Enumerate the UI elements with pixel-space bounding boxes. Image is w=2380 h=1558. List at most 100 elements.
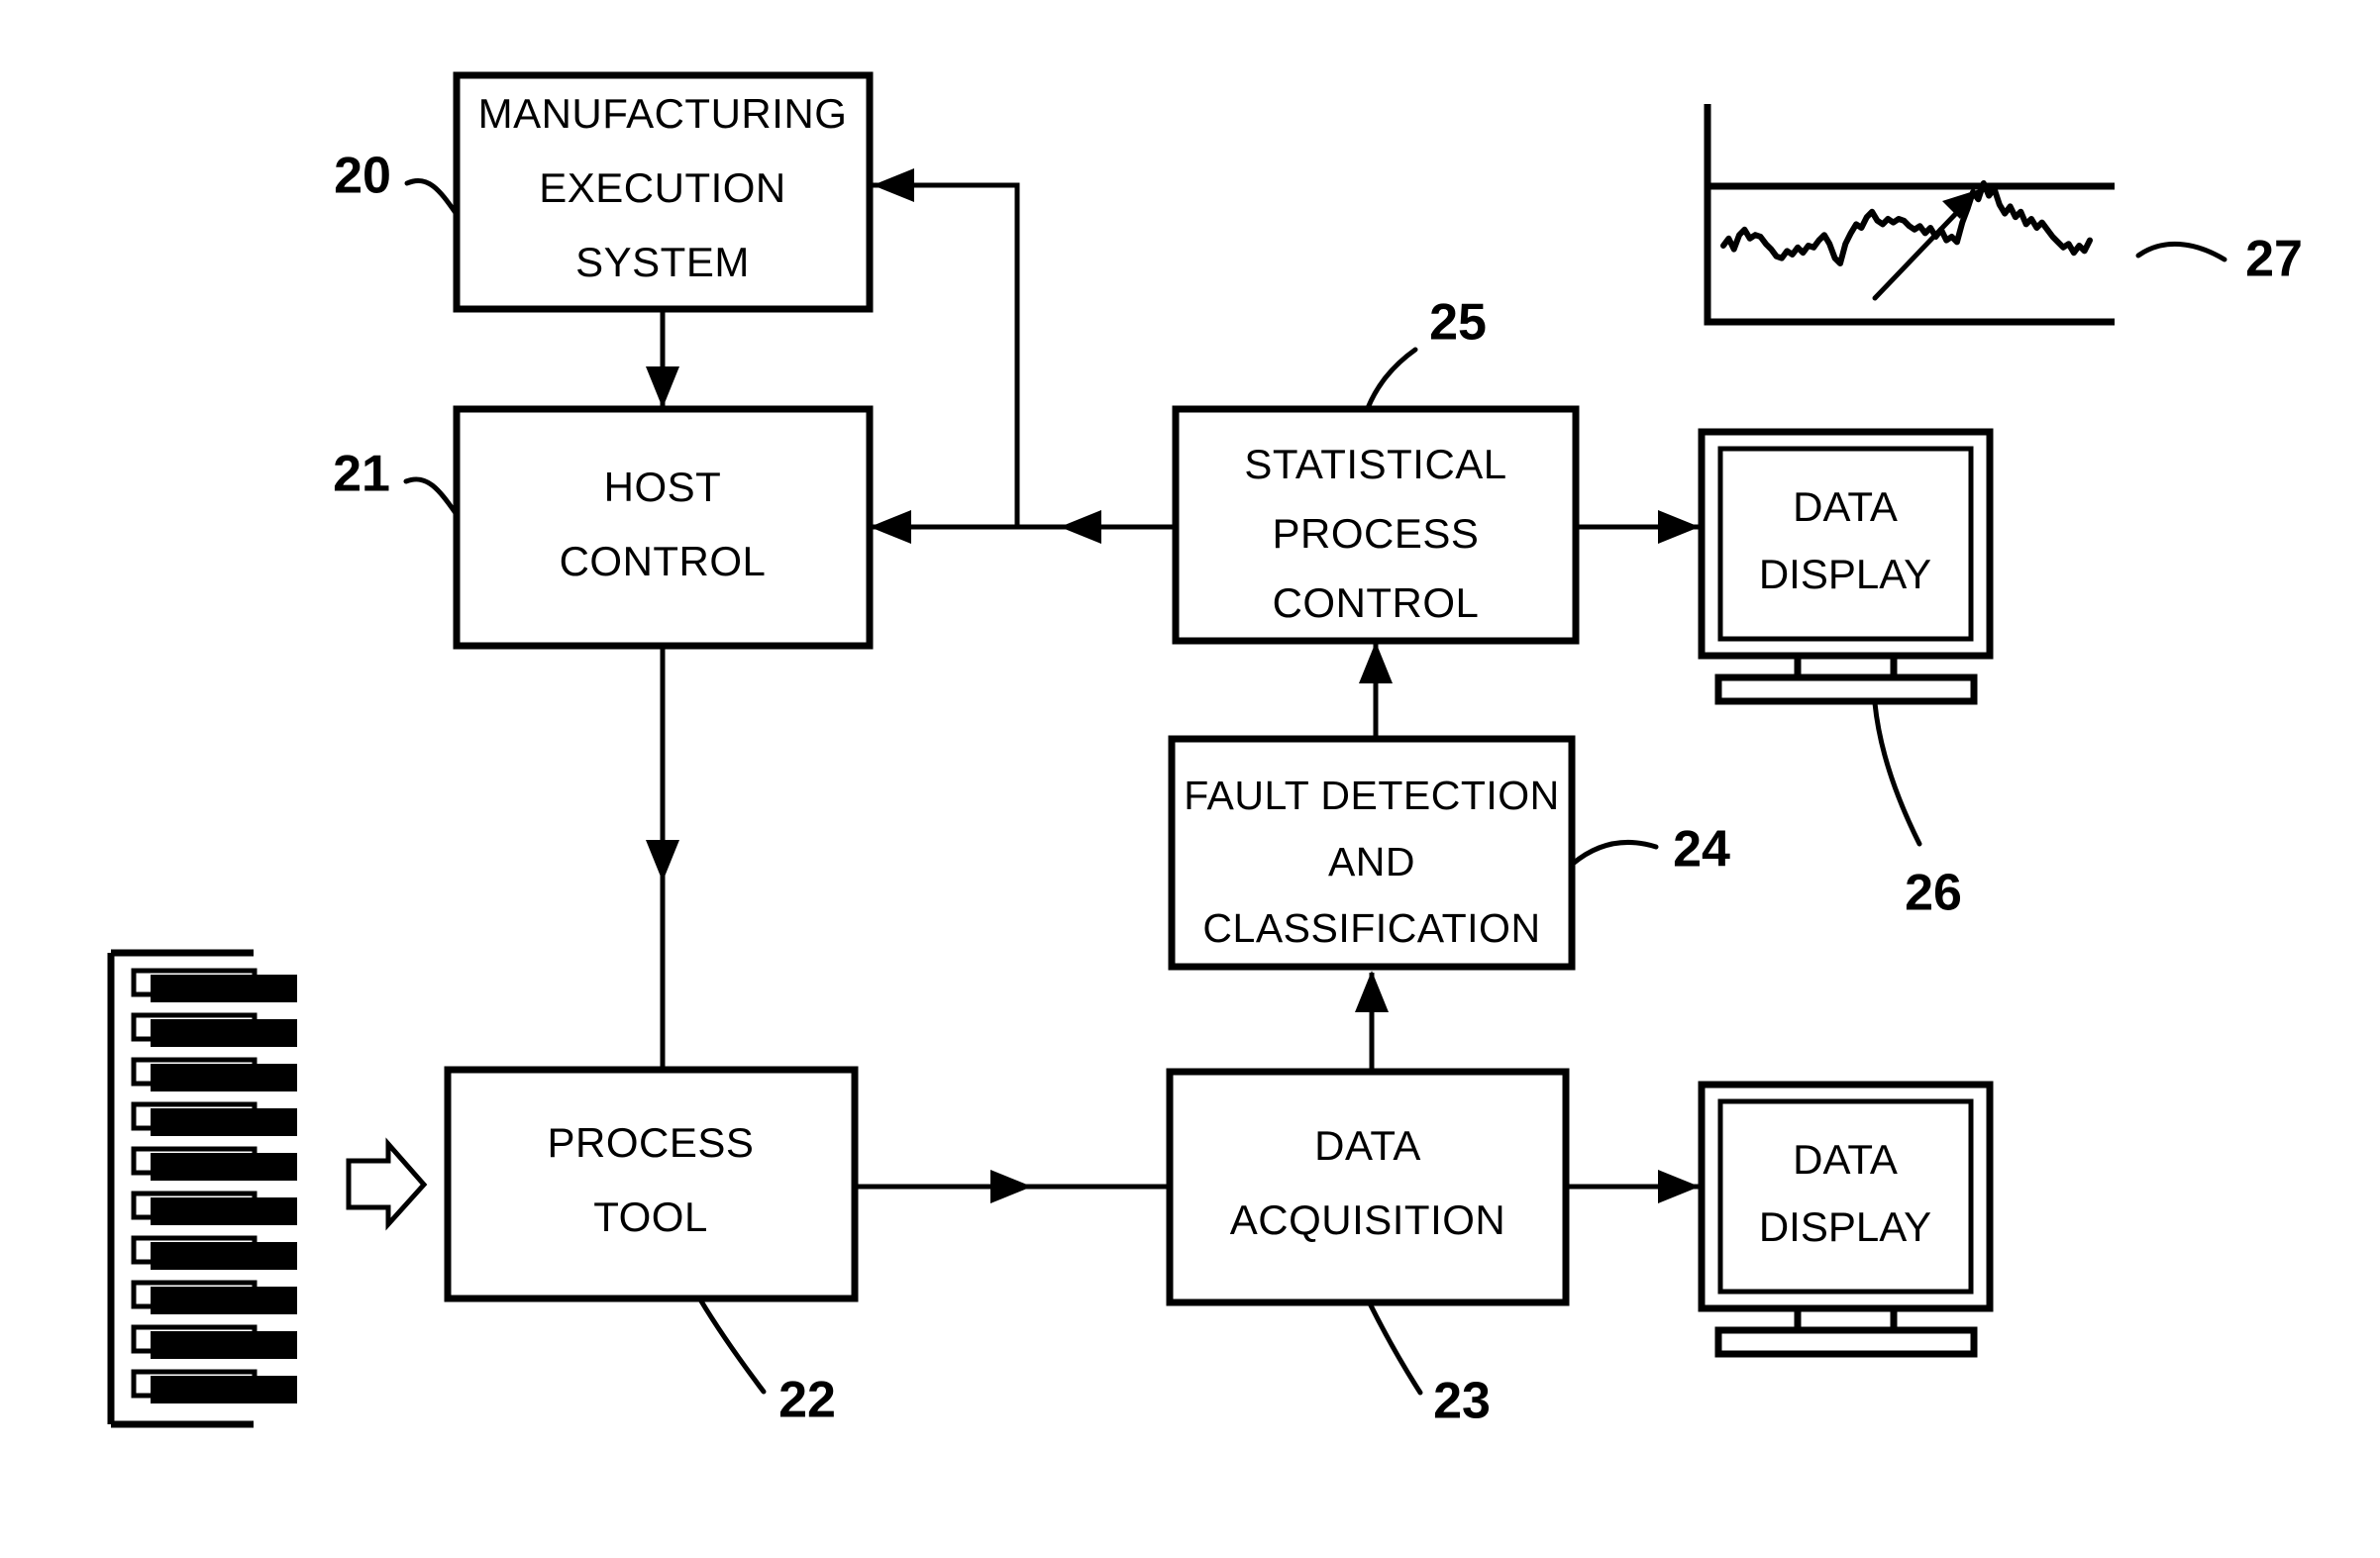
ref-callout-23: 23 xyxy=(1367,1300,1491,1430)
process-tool-label-line-2: TOOL xyxy=(593,1194,708,1240)
monitor-lower-base xyxy=(1714,1326,1978,1358)
monitor-lower-bezel xyxy=(1698,1081,1994,1312)
arrowhead-up xyxy=(1355,971,1389,1012)
monitor-upper[interactable]: DATA DISPLAY xyxy=(1698,428,1994,705)
hollow-right-arrow-icon xyxy=(346,1137,428,1231)
wafer xyxy=(151,975,297,1002)
ref-number-22: 22 xyxy=(778,1372,836,1429)
cassette-slots xyxy=(131,968,297,1403)
block-data-acquisition[interactable]: DATA ACQUISITION xyxy=(1166,1068,1570,1306)
monitor-upper-bezel xyxy=(1698,428,1994,660)
ref-leader-20 xyxy=(404,178,459,216)
figure-canvas: MANUFACTURING EXECUTION SYSTEM 20 HOST C… xyxy=(0,0,2380,1558)
edge-spc-to-data-display-upper xyxy=(1578,510,1700,544)
ref-number-26: 26 xyxy=(1905,865,1962,922)
ref-leader-22 xyxy=(697,1297,767,1395)
monitor-upper-label-line-1: DATA xyxy=(1793,483,1898,530)
ref-leader-23 xyxy=(1367,1300,1423,1396)
ref-number-20: 20 xyxy=(334,148,391,205)
arrowhead-down xyxy=(646,366,679,408)
monitor-lower[interactable]: DATA DISPLAY xyxy=(1698,1081,1994,1358)
wafer xyxy=(151,1376,297,1403)
ref-callout-24: 24 xyxy=(1570,821,1730,879)
wafer xyxy=(151,1064,297,1091)
edge-data-acquisition-to-fdc xyxy=(1355,971,1389,1070)
monitor-lower-screen[interactable] xyxy=(1717,1098,1974,1295)
arrowhead-right xyxy=(990,1170,1032,1203)
control-chart-trace xyxy=(1720,180,2093,266)
ref-leader-24 xyxy=(1570,839,1659,867)
spc-label-line-1: STATISTICAL xyxy=(1244,441,1506,487)
ref-leader-27 xyxy=(2135,241,2227,262)
arrowhead-left xyxy=(873,168,914,202)
control-chart-axes xyxy=(1704,104,2115,326)
fault-detection-label-line-2: AND xyxy=(1328,839,1415,884)
edge-process-tool-to-data-acquisition xyxy=(857,1170,1168,1203)
ref-leader-21 xyxy=(403,476,459,516)
ref-number-24: 24 xyxy=(1673,821,1730,879)
wafer xyxy=(151,1108,297,1136)
monitor-lower-label-line-2: DISPLAY xyxy=(1759,1203,1931,1250)
block-host-control[interactable]: HOST CONTROL xyxy=(453,405,874,650)
wafer xyxy=(151,1331,297,1359)
arrowhead-right xyxy=(1658,510,1700,544)
block-process-tool[interactable]: PROCESS TOOL xyxy=(444,1066,859,1302)
control-chart xyxy=(1704,104,2115,326)
block-fault-detection-and-classification[interactable]: FAULT DETECTION AND CLASSIFICATION xyxy=(1168,735,1576,971)
arrowhead-left-mid xyxy=(1060,510,1101,544)
host-control-label-line-2: CONTROL xyxy=(560,538,767,584)
block-diagram: MANUFACTURING EXECUTION SYSTEM 20 HOST C… xyxy=(107,71,2303,1430)
ref-callout-26: 26 xyxy=(1872,700,1962,922)
host-control-box[interactable] xyxy=(453,405,874,650)
arrowhead-down xyxy=(646,840,679,882)
wafer-cassette-icon xyxy=(107,949,297,1428)
mes-label-line-1: MANUFACTURING xyxy=(478,90,848,137)
wafer xyxy=(151,1287,297,1314)
edge-host-control-to-process-tool xyxy=(646,647,679,1067)
ref-leader-26 xyxy=(1872,700,1922,847)
wafer xyxy=(151,1242,297,1270)
monitor-upper-screen[interactable] xyxy=(1717,446,1974,642)
data-acquisition-label-line-1: DATA xyxy=(1314,1122,1421,1169)
control-chart-pointer-head xyxy=(1942,189,1980,219)
arrowhead-right xyxy=(1658,1170,1700,1203)
process-tool-box[interactable] xyxy=(444,1066,859,1302)
ref-number-27: 27 xyxy=(2245,231,2303,288)
fault-detection-label-line-1: FAULT DETECTION xyxy=(1184,773,1560,818)
ref-number-21: 21 xyxy=(333,446,390,503)
monitor-upper-label-line-2: DISPLAY xyxy=(1759,551,1931,597)
spc-label-line-2: PROCESS xyxy=(1273,510,1480,557)
wafer xyxy=(151,1197,297,1225)
mes-label-line-2: EXECUTION xyxy=(539,164,786,211)
block-statistical-process-control[interactable]: STATISTICAL PROCESS CONTROL xyxy=(1172,405,1580,645)
monitor-upper-base xyxy=(1714,674,1978,705)
ref-number-23: 23 xyxy=(1433,1373,1491,1430)
process-tool-label-line-1: PROCESS xyxy=(548,1119,755,1166)
hollow-arrow-shape xyxy=(346,1137,428,1231)
edge-spc-to-host-control xyxy=(870,510,1174,544)
edge-data-acquisition-to-data-display-lower xyxy=(1568,1170,1700,1203)
arrowhead-left xyxy=(870,510,911,544)
host-control-label-line-1: HOST xyxy=(604,464,722,510)
ref-leader-25 xyxy=(1365,347,1418,411)
ref-callout-21: 21 xyxy=(333,446,459,516)
edge-mes-to-host-control xyxy=(646,309,679,408)
data-acquisition-label-line-2: ACQUISITION xyxy=(1230,1196,1506,1243)
ref-number-25: 25 xyxy=(1429,294,1487,352)
block-manufacturing-execution-system[interactable]: MANUFACTURING EXECUTION SYSTEM xyxy=(453,71,874,313)
wafer xyxy=(151,1153,297,1181)
arrowhead-up xyxy=(1359,642,1393,683)
edge-fdc-to-spc xyxy=(1359,642,1393,737)
wafer xyxy=(151,1019,297,1047)
ref-callout-25: 25 xyxy=(1365,294,1487,411)
mes-label-line-3: SYSTEM xyxy=(575,239,750,285)
ref-callout-22: 22 xyxy=(697,1297,836,1429)
spc-label-line-3: CONTROL xyxy=(1273,579,1480,626)
monitor-lower-label-line-1: DATA xyxy=(1793,1136,1898,1183)
edge-spc-to-mes xyxy=(873,168,1020,527)
data-acquisition-box[interactable] xyxy=(1166,1068,1570,1306)
ref-callout-27: 27 xyxy=(2135,231,2303,288)
fault-detection-label-line-3: CLASSIFICATION xyxy=(1202,905,1540,951)
edge-line xyxy=(873,182,1020,527)
ref-callout-20: 20 xyxy=(334,148,459,216)
